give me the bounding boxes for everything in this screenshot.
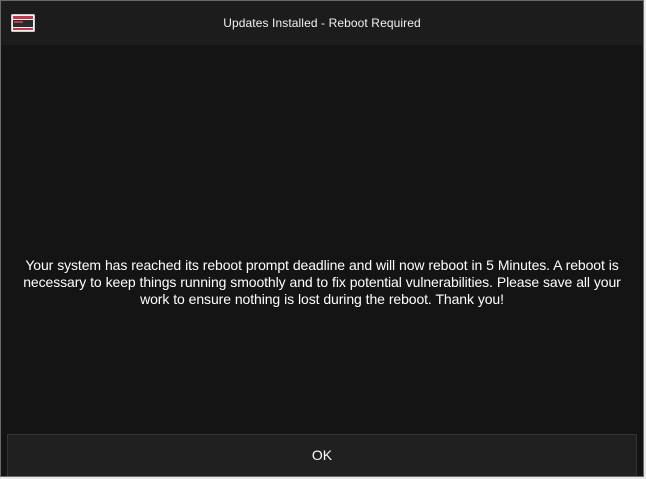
button-bar: OK bbox=[1, 434, 643, 476]
dialog-content: Your system has reached its reboot promp… bbox=[1, 45, 643, 437]
title-bar[interactable]: Updates Installed - Reboot Required bbox=[1, 1, 643, 45]
reboot-message: Your system has reached its reboot promp… bbox=[23, 257, 621, 307]
ok-button[interactable]: OK bbox=[7, 434, 637, 476]
window-title: Updates Installed - Reboot Required bbox=[223, 16, 421, 30]
reboot-dialog-window: Updates Installed - Reboot Required Your… bbox=[0, 0, 644, 477]
